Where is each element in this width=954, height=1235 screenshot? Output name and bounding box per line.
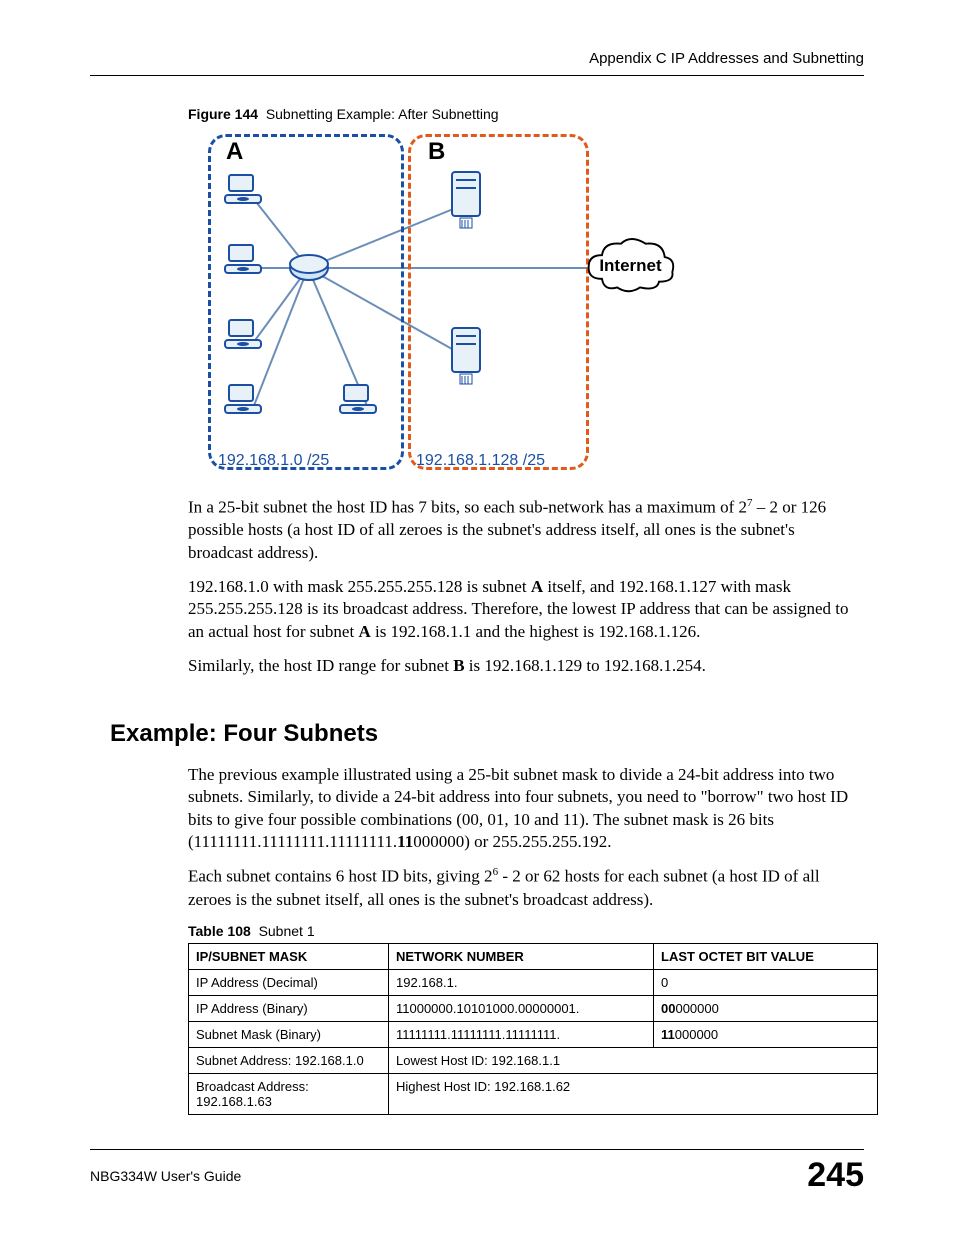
th-octet: LAST OCTET BIT VALUE (654, 944, 878, 970)
computer-icon (223, 173, 263, 209)
figure-label: Figure 144 (188, 106, 258, 122)
table-row: IP Address (Binary) 11000000.10101000.00… (189, 996, 878, 1022)
computer-icon (223, 383, 263, 419)
computer-icon (223, 318, 263, 354)
section-heading: Example: Four Subnets (110, 720, 864, 748)
table-row: Subnet Mask (Binary) 11111111.11111111.1… (189, 1022, 878, 1048)
computer-icon (338, 383, 378, 419)
internet-cloud: Internet (583, 236, 678, 298)
router-icon (288, 253, 330, 283)
paragraph-4: The previous example illustrated using a… (188, 764, 864, 854)
internet-label: Internet (583, 256, 678, 276)
subnet-b-label: B (428, 138, 445, 166)
subnet-table: IP/SUBNET MASK NETWORK NUMBER LAST OCTET… (188, 943, 878, 1115)
paragraph-3: Similarly, the host ID range for subnet … (188, 655, 864, 677)
table-row: IP Address (Decimal) 192.168.1. 0 (189, 970, 878, 996)
table-row: Broadcast Address: 192.168.1.63 Highest … (189, 1074, 878, 1115)
server-icon (448, 170, 484, 230)
th-ipsubnet: IP/SUBNET MASK (189, 944, 389, 970)
table-caption: Table 108 Subnet 1 (188, 923, 864, 939)
th-network: NETWORK NUMBER (389, 944, 654, 970)
subnet-a-label: A (226, 138, 243, 166)
table-row: Subnet Address: 192.168.1.0 Lowest Host … (189, 1048, 878, 1074)
server-icon (448, 326, 484, 386)
paragraph-5: Each subnet contains 6 host ID bits, giv… (188, 865, 864, 911)
footer-guide: NBG334W User's Guide (90, 1168, 241, 1184)
page-header: Appendix C IP Addresses and Subnetting (90, 50, 864, 75)
page-number: 245 (807, 1156, 864, 1195)
paragraph-1: In a 25-bit subnet the host ID has 7 bit… (188, 496, 864, 564)
table-header-row: IP/SUBNET MASK NETWORK NUMBER LAST OCTET… (189, 944, 878, 970)
header-rule (90, 75, 864, 76)
computer-icon (223, 243, 263, 279)
table-title: Subnet 1 (259, 923, 315, 939)
subnet-a-ip: 192.168.1.0 /25 (218, 452, 329, 470)
paragraph-2: 192.168.1.0 with mask 255.255.255.128 is… (188, 576, 864, 643)
figure-diagram: A B Internet 192.168.1.0 /25 192.168.1.1… (208, 128, 683, 478)
figure-title: Subnetting Example: After Subnetting (266, 106, 499, 122)
figure-caption: Figure 144 Subnetting Example: After Sub… (188, 106, 864, 122)
table-label: Table 108 (188, 923, 251, 939)
subnet-b-ip: 192.168.1.128 /25 (416, 452, 545, 470)
page-footer: NBG334W User's Guide 245 (90, 1149, 864, 1195)
subnet-b-box (408, 134, 589, 470)
